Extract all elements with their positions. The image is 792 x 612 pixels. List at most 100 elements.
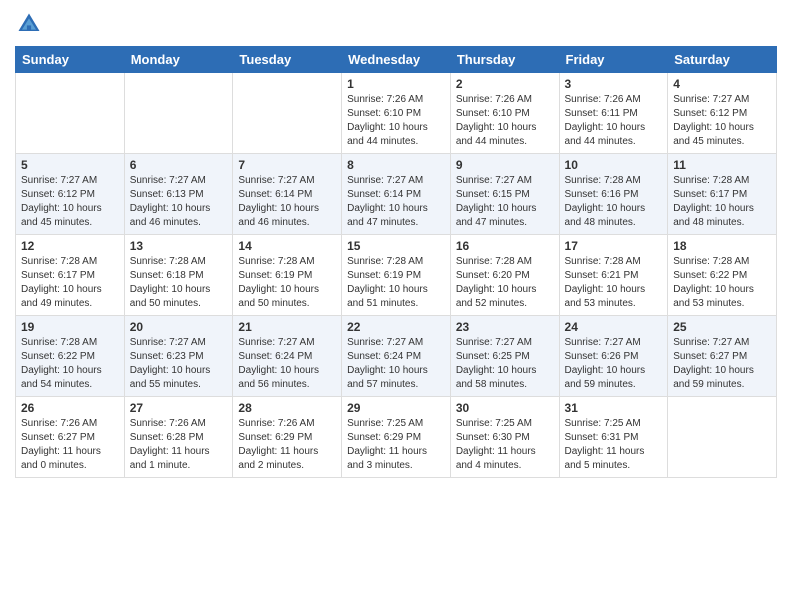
day-info: Sunrise: 7:27 AMSunset: 6:24 PMDaylight:… [238, 336, 336, 392]
day-info: Sunrise: 7:27 AMSunset: 6:27 PMDaylight:… [673, 336, 771, 392]
day-number: 21 [238, 320, 336, 334]
calendar-cell: 5 Sunrise: 7:27 AMSunset: 6:12 PMDaylight… [16, 154, 125, 235]
day-number: 7 [238, 158, 336, 172]
day-number: 23 [456, 320, 554, 334]
day-info: Sunrise: 7:25 AMSunset: 6:30 PMDaylight:… [456, 417, 554, 473]
calendar-cell: 21 Sunrise: 7:27 AMSunset: 6:24 PMDayligh… [233, 316, 342, 397]
day-number: 29 [347, 401, 445, 415]
week-row-2: 5 Sunrise: 7:27 AMSunset: 6:12 PMDaylight… [16, 154, 777, 235]
day-number: 25 [673, 320, 771, 334]
day-info: Sunrise: 7:27 AMSunset: 6:14 PMDaylight:… [238, 174, 336, 230]
day-number: 6 [130, 158, 228, 172]
weekday-header-saturday: Saturday [668, 47, 777, 73]
day-info: Sunrise: 7:28 AMSunset: 6:19 PMDaylight:… [347, 255, 445, 311]
calendar-cell: 2 Sunrise: 7:26 AMSunset: 6:10 PMDaylight… [450, 73, 559, 154]
calendar-cell: 26Sunrise: 7:26 AMSunset: 6:27 PMDayligh… [16, 397, 125, 478]
calendar-cell: 9Sunrise: 7:27 AMSunset: 6:15 PMDaylight… [450, 154, 559, 235]
day-info: Sunrise: 7:28 AMSunset: 6:22 PMDaylight:… [673, 255, 771, 311]
day-number: 17 [565, 239, 663, 253]
day-info: Sunrise: 7:28 AMSunset: 6:18 PMDaylight:… [130, 255, 228, 311]
calendar-cell: 29 Sunrise: 7:25 AMSunset: 6:29 PMDayligh… [342, 397, 451, 478]
weekday-header-tuesday: Tuesday [233, 47, 342, 73]
calendar-cell: 6 Sunrise: 7:27 AMSunset: 6:13 PMDaylight… [124, 154, 233, 235]
week-row-3: 12Sunrise: 7:28 AMSunset: 6:17 PMDayligh… [16, 235, 777, 316]
calendar-cell: 27 Sunrise: 7:26 AMSunset: 6:28 PMDayligh… [124, 397, 233, 478]
day-number: 26 [21, 401, 119, 415]
day-number: 1 [347, 77, 445, 91]
week-row-4: 19 Sunrise: 7:28 AMSunset: 6:22 PMDayligh… [16, 316, 777, 397]
day-info: Sunrise: 7:28 AMSunset: 6:17 PMDaylight:… [673, 174, 771, 230]
day-info: Sunrise: 7:28 AMSunset: 6:20 PMDaylight:… [456, 255, 554, 311]
calendar-cell: 7 Sunrise: 7:27 AMSunset: 6:14 PMDaylight… [233, 154, 342, 235]
day-info: Sunrise: 7:27 AMSunset: 6:12 PMDaylight:… [21, 174, 119, 230]
day-info: Sunrise: 7:27 AMSunset: 6:26 PMDaylight:… [565, 336, 663, 392]
weekday-header-friday: Friday [559, 47, 668, 73]
calendar-cell [233, 73, 342, 154]
calendar-cell: 18 Sunrise: 7:28 AMSunset: 6:22 PMDayligh… [668, 235, 777, 316]
logo-icon [15, 10, 43, 38]
calendar-cell: 4 Sunrise: 7:27 AMSunset: 6:12 PMDaylight… [668, 73, 777, 154]
calendar-cell [668, 397, 777, 478]
day-info: Sunrise: 7:26 AMSunset: 6:10 PMDaylight:… [347, 93, 445, 149]
calendar-cell: 15 Sunrise: 7:28 AMSunset: 6:19 PMDayligh… [342, 235, 451, 316]
logo [15, 10, 47, 38]
day-number: 5 [21, 158, 119, 172]
calendar-cell: 25 Sunrise: 7:27 AMSunset: 6:27 PMDayligh… [668, 316, 777, 397]
day-info: Sunrise: 7:27 AMSunset: 6:23 PMDaylight:… [130, 336, 228, 392]
day-number: 18 [673, 239, 771, 253]
day-number: 10 [565, 158, 663, 172]
calendar-table: SundayMondayTuesdayWednesdayThursdayFrid… [15, 46, 777, 478]
day-info: Sunrise: 7:25 AMSunset: 6:29 PMDaylight:… [347, 417, 445, 473]
day-number: 31 [565, 401, 663, 415]
day-info: Sunrise: 7:28 AMSunset: 6:16 PMDaylight:… [565, 174, 663, 230]
calendar-cell: 24Sunrise: 7:27 AMSunset: 6:26 PMDayligh… [559, 316, 668, 397]
day-info: Sunrise: 7:27 AMSunset: 6:13 PMDaylight:… [130, 174, 228, 230]
calendar-cell: 30 Sunrise: 7:25 AMSunset: 6:30 PMDayligh… [450, 397, 559, 478]
calendar-cell: 20 Sunrise: 7:27 AMSunset: 6:23 PMDayligh… [124, 316, 233, 397]
day-number: 27 [130, 401, 228, 415]
calendar-cell [16, 73, 125, 154]
calendar-cell: 22Sunrise: 7:27 AMSunset: 6:24 PMDayligh… [342, 316, 451, 397]
day-number: 16 [456, 239, 554, 253]
calendar-cell: 13 Sunrise: 7:28 AMSunset: 6:18 PMDayligh… [124, 235, 233, 316]
day-info: Sunrise: 7:28 AMSunset: 6:22 PMDaylight:… [21, 336, 119, 392]
calendar-cell: 11 Sunrise: 7:28 AMSunset: 6:17 PMDayligh… [668, 154, 777, 235]
day-number: 11 [673, 158, 771, 172]
header [15, 10, 777, 38]
weekday-header-wednesday: Wednesday [342, 47, 451, 73]
day-number: 3 [565, 77, 663, 91]
calendar-cell [124, 73, 233, 154]
day-number: 4 [673, 77, 771, 91]
day-info: Sunrise: 7:27 AMSunset: 6:12 PMDaylight:… [673, 93, 771, 149]
calendar-cell: 14Sunrise: 7:28 AMSunset: 6:19 PMDayligh… [233, 235, 342, 316]
day-number: 22 [347, 320, 445, 334]
day-number: 8 [347, 158, 445, 172]
calendar-cell: 23 Sunrise: 7:27 AMSunset: 6:25 PMDayligh… [450, 316, 559, 397]
calendar-cell: 31Sunrise: 7:25 AMSunset: 6:31 PMDayligh… [559, 397, 668, 478]
weekday-header-thursday: Thursday [450, 47, 559, 73]
day-number: 13 [130, 239, 228, 253]
day-info: Sunrise: 7:26 AMSunset: 6:29 PMDaylight:… [238, 417, 336, 473]
day-number: 30 [456, 401, 554, 415]
calendar-cell: 17 Sunrise: 7:28 AMSunset: 6:21 PMDayligh… [559, 235, 668, 316]
week-row-1: 1 Sunrise: 7:26 AMSunset: 6:10 PMDaylight… [16, 73, 777, 154]
day-info: Sunrise: 7:27 AMSunset: 6:14 PMDaylight:… [347, 174, 445, 230]
day-info: Sunrise: 7:26 AMSunset: 6:28 PMDaylight:… [130, 417, 228, 473]
day-info: Sunrise: 7:26 AMSunset: 6:10 PMDaylight:… [456, 93, 554, 149]
weekday-header-sunday: Sunday [16, 47, 125, 73]
day-number: 2 [456, 77, 554, 91]
day-number: 14 [238, 239, 336, 253]
weekday-header-monday: Monday [124, 47, 233, 73]
day-number: 15 [347, 239, 445, 253]
calendar-cell: 3Sunrise: 7:26 AMSunset: 6:11 PMDaylight… [559, 73, 668, 154]
calendar-cell: 8 Sunrise: 7:27 AMSunset: 6:14 PMDaylight… [342, 154, 451, 235]
week-row-5: 26Sunrise: 7:26 AMSunset: 6:27 PMDayligh… [16, 397, 777, 478]
day-info: Sunrise: 7:27 AMSunset: 6:15 PMDaylight:… [456, 174, 554, 230]
day-number: 20 [130, 320, 228, 334]
day-info: Sunrise: 7:28 AMSunset: 6:21 PMDaylight:… [565, 255, 663, 311]
calendar-cell: 16 Sunrise: 7:28 AMSunset: 6:20 PMDayligh… [450, 235, 559, 316]
calendar-cell: 19 Sunrise: 7:28 AMSunset: 6:22 PMDayligh… [16, 316, 125, 397]
day-number: 28 [238, 401, 336, 415]
day-number: 19 [21, 320, 119, 334]
day-info: Sunrise: 7:27 AMSunset: 6:25 PMDaylight:… [456, 336, 554, 392]
